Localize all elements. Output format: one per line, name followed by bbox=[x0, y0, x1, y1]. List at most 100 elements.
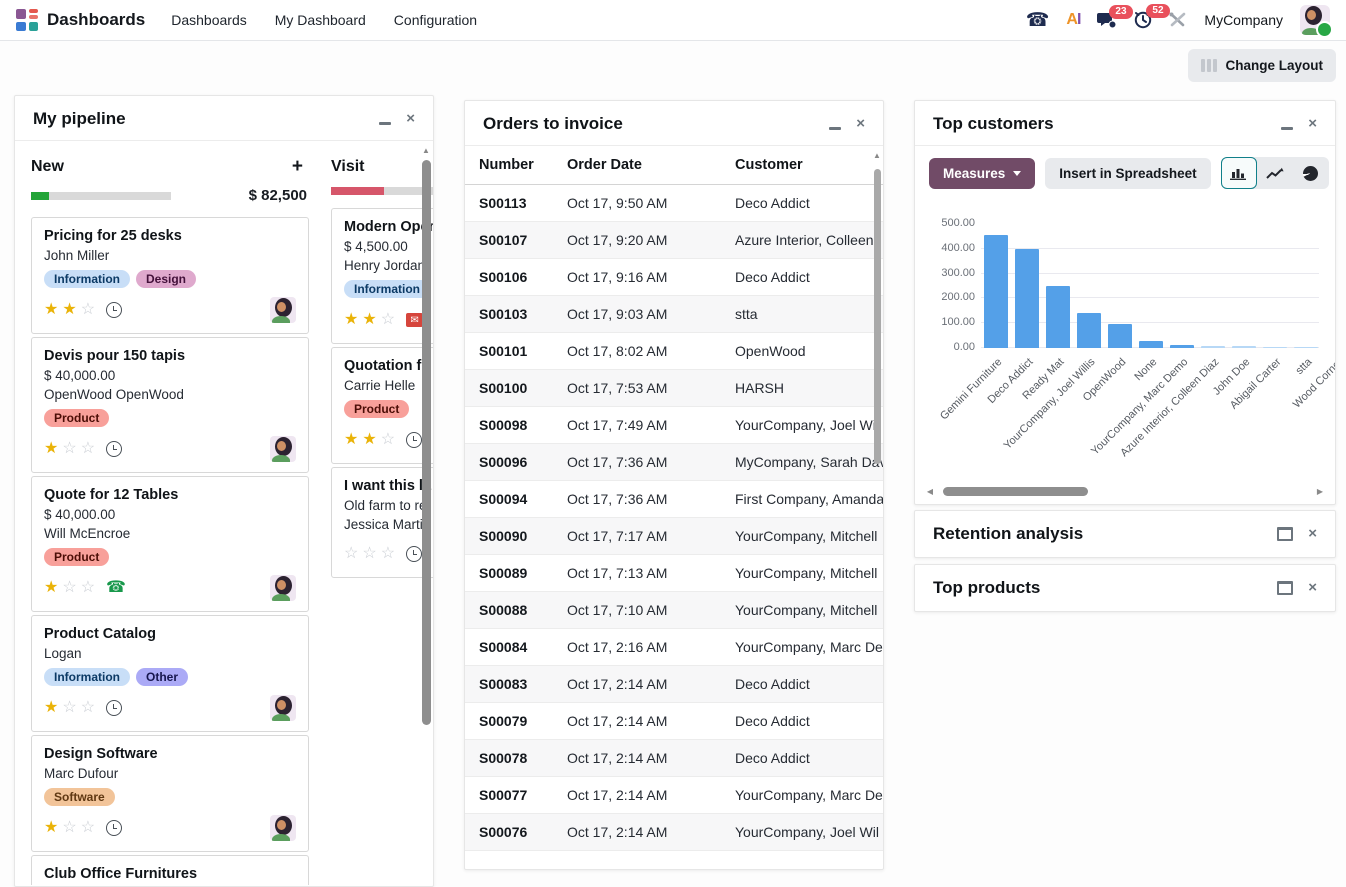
voip-phone-icon[interactable]: ☎ bbox=[1026, 11, 1050, 30]
star-filled-icon[interactable]: ★ bbox=[62, 302, 76, 318]
orders-scrollbar[interactable]: ▲ bbox=[873, 151, 881, 865]
star-empty-icon[interactable]: ☆ bbox=[381, 432, 395, 448]
bar-chart-button[interactable] bbox=[1221, 157, 1257, 189]
kanban-card[interactable]: Devis pour 150 tapis$ 40,000.00OpenWood … bbox=[31, 337, 309, 473]
column-header-number[interactable]: Number bbox=[465, 146, 553, 185]
chart-bar[interactable] bbox=[1201, 346, 1225, 348]
column-header-order-date[interactable]: Order Date bbox=[553, 146, 721, 185]
table-row[interactable]: S00089Oct 17, 7:13 AMYourCompany, Mitche… bbox=[465, 555, 883, 592]
table-row[interactable]: S00076Oct 17, 2:14 AMYourCompany, Joel W… bbox=[465, 814, 883, 851]
table-row[interactable]: S00100Oct 17, 7:53 AMHARSH bbox=[465, 370, 883, 407]
table-row[interactable]: S00084Oct 17, 2:16 AMYourCompany, Marc D… bbox=[465, 629, 883, 666]
kanban-card[interactable]: I want this laOld farm to reJessica Mart… bbox=[331, 467, 433, 578]
ai-icon[interactable]: AI bbox=[1066, 11, 1080, 29]
scrollbar-thumb[interactable] bbox=[874, 169, 881, 464]
table-row[interactable]: S00094Oct 17, 7:36 AMFirst Company, Aman… bbox=[465, 481, 883, 518]
chart-bar[interactable] bbox=[1139, 341, 1163, 348]
star-empty-icon[interactable]: ☆ bbox=[362, 546, 376, 562]
chart-bar[interactable] bbox=[1015, 249, 1039, 348]
star-empty-icon[interactable]: ☆ bbox=[381, 312, 395, 328]
change-layout-button[interactable]: Change Layout bbox=[1188, 49, 1336, 82]
activity-clock-icon[interactable] bbox=[106, 302, 122, 318]
measures-button[interactable]: Measures bbox=[929, 158, 1035, 189]
table-row[interactable]: S00107Oct 17, 9:20 AMAzure Interior, Col… bbox=[465, 222, 883, 259]
table-row[interactable]: S00083Oct 17, 2:14 AMDeco Addict bbox=[465, 666, 883, 703]
maximize-icon[interactable] bbox=[1277, 581, 1293, 595]
star-filled-icon[interactable]: ★ bbox=[344, 312, 358, 328]
company-switcher[interactable]: MyCompany bbox=[1204, 12, 1283, 28]
kanban-card[interactable]: Quotation foCarrie HelleProduct★★☆ bbox=[331, 347, 433, 464]
star-filled-icon[interactable]: ★ bbox=[44, 441, 58, 457]
activity-clock-icon[interactable] bbox=[406, 546, 422, 562]
star-empty-icon[interactable]: ☆ bbox=[81, 441, 95, 457]
scrollbar-thumb[interactable] bbox=[943, 487, 1088, 496]
scroll-up-icon[interactable]: ▲ bbox=[873, 151, 881, 161]
scroll-right-icon[interactable]: ▶ bbox=[1315, 487, 1325, 496]
add-record-icon[interactable]: + bbox=[292, 156, 309, 178]
star-filled-icon[interactable]: ★ bbox=[44, 580, 58, 596]
activities-icon[interactable]: 52 bbox=[1134, 11, 1152, 29]
kanban-card[interactable]: Club Office FurnituresJacques DunaganTra… bbox=[31, 855, 309, 885]
maximize-icon[interactable] bbox=[1277, 527, 1293, 541]
user-avatar[interactable] bbox=[1300, 5, 1330, 35]
star-empty-icon[interactable]: ☆ bbox=[62, 700, 76, 716]
chart-bar[interactable] bbox=[1263, 347, 1287, 348]
kanban-card[interactable]: Design SoftwareMarc DufourSoftware★☆☆ bbox=[31, 735, 309, 852]
star-empty-icon[interactable]: ☆ bbox=[81, 302, 95, 318]
close-icon[interactable]: × bbox=[1308, 118, 1317, 130]
scroll-up-icon[interactable]: ▲ bbox=[422, 146, 430, 156]
close-icon[interactable]: × bbox=[1308, 582, 1317, 594]
column-progressbar[interactable] bbox=[331, 187, 433, 195]
pie-chart-button[interactable] bbox=[1293, 157, 1329, 189]
star-empty-icon[interactable]: ☆ bbox=[344, 546, 358, 562]
table-row[interactable]: S00090Oct 17, 7:17 AMYourCompany, Mitche… bbox=[465, 518, 883, 555]
star-empty-icon[interactable]: ☆ bbox=[62, 820, 76, 836]
close-icon[interactable]: × bbox=[1308, 528, 1317, 540]
chart-bar[interactable] bbox=[1108, 324, 1132, 348]
activity-clock-icon[interactable] bbox=[406, 432, 422, 448]
star-empty-icon[interactable]: ☆ bbox=[62, 441, 76, 457]
kanban-card[interactable]: Modern Open Sp$ 4,500.00Henry JordanInfo… bbox=[331, 208, 433, 344]
close-icon[interactable]: × bbox=[406, 113, 415, 125]
activity-clock-icon[interactable] bbox=[106, 441, 122, 457]
star-filled-icon[interactable]: ★ bbox=[44, 700, 58, 716]
menu-dashboards[interactable]: Dashboards bbox=[171, 12, 247, 28]
menu-configuration[interactable]: Configuration bbox=[394, 12, 477, 28]
table-row[interactable]: S00098Oct 17, 7:49 AMYourCompany, Joel W… bbox=[465, 407, 883, 444]
chart-bar[interactable] bbox=[1077, 313, 1101, 348]
line-chart-button[interactable] bbox=[1257, 157, 1293, 189]
table-row[interactable]: S00096Oct 17, 7:36 AMMyCompany, Sarah Da… bbox=[465, 444, 883, 481]
messages-icon[interactable]: 23 bbox=[1097, 12, 1117, 29]
tools-icon[interactable] bbox=[1169, 12, 1187, 28]
star-filled-icon[interactable]: ★ bbox=[44, 302, 58, 318]
table-row[interactable]: S00077Oct 17, 2:14 AMYourCompany, Marc D… bbox=[465, 777, 883, 814]
menu-my-dashboard[interactable]: My Dashboard bbox=[275, 12, 366, 28]
chart-bar[interactable] bbox=[1294, 347, 1318, 348]
star-filled-icon[interactable]: ★ bbox=[362, 432, 376, 448]
table-row[interactable]: S00106Oct 17, 9:16 AMDeco Addict bbox=[465, 259, 883, 296]
app-grid-icon[interactable] bbox=[16, 9, 38, 31]
kanban-card[interactable]: Quote for 12 Tables$ 40,000.00Will McEnc… bbox=[31, 476, 309, 612]
insert-in-spreadsheet-button[interactable]: Insert in Spreadsheet bbox=[1045, 158, 1210, 189]
chart-horizontal-scrollbar[interactable]: ◀ ▶ bbox=[925, 485, 1325, 498]
chart-bar[interactable] bbox=[1046, 286, 1070, 348]
scrollbar-thumb[interactable] bbox=[422, 160, 431, 725]
star-filled-icon[interactable]: ★ bbox=[344, 432, 358, 448]
close-icon[interactable]: × bbox=[856, 118, 865, 130]
kanban-card[interactable]: Pricing for 25 desksJohn MillerInformati… bbox=[31, 217, 309, 334]
star-empty-icon[interactable]: ☆ bbox=[381, 546, 395, 562]
star-empty-icon[interactable]: ☆ bbox=[81, 820, 95, 836]
star-empty-icon[interactable]: ☆ bbox=[62, 580, 76, 596]
chart-bar[interactable] bbox=[1232, 346, 1256, 348]
table-row[interactable]: S00101Oct 17, 8:02 AMOpenWood bbox=[465, 333, 883, 370]
phone-activity-icon[interactable]: ☎ bbox=[106, 581, 126, 595]
star-filled-icon[interactable]: ★ bbox=[362, 312, 376, 328]
activity-clock-icon[interactable] bbox=[106, 820, 122, 836]
chart-bar[interactable] bbox=[984, 235, 1008, 348]
star-filled-icon[interactable]: ★ bbox=[44, 820, 58, 836]
scroll-left-icon[interactable]: ◀ bbox=[925, 487, 935, 496]
minimize-icon[interactable] bbox=[1281, 127, 1293, 130]
star-empty-icon[interactable]: ☆ bbox=[81, 580, 95, 596]
activity-clock-icon[interactable] bbox=[106, 700, 122, 716]
pipeline-scrollbar[interactable]: ▲ bbox=[421, 146, 431, 882]
